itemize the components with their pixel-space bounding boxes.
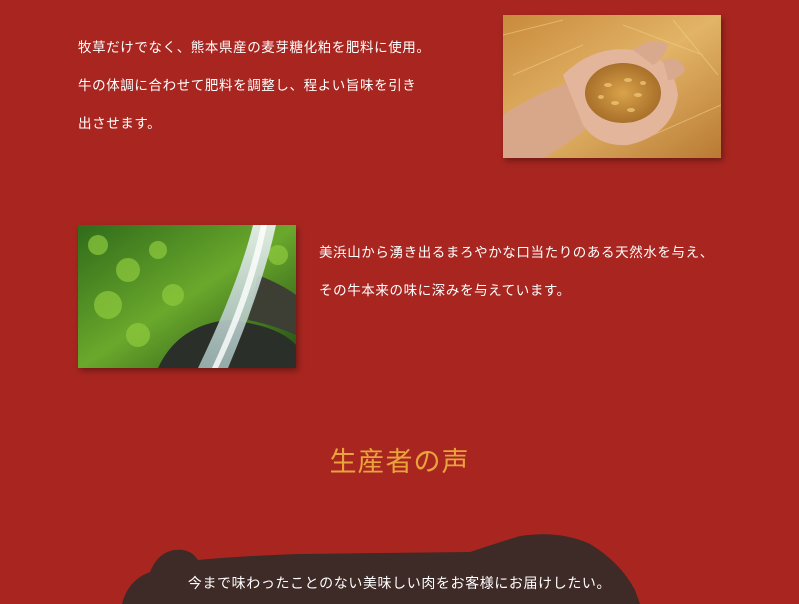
feed-line: 出させます。 <box>78 116 162 132</box>
feed-line: 牛の体調に合わせて肥料を調整し、程よい旨味を引き <box>78 78 417 94</box>
producer-quote: 今まで味わったことのない美味しい肉をお客様にお届けしたい。 <box>187 576 612 592</box>
spring-water-photo <box>78 225 296 368</box>
feed-line: 牧草だけでなく、熊本県産の麦芽糖化粕を肥料に使用。 <box>78 40 431 56</box>
water-description: 美浜山から湧き出るまろやかな口当たりのある天然水を与え、 その牛本来の味に深みを… <box>319 234 714 310</box>
section-heading: 生産者の声 <box>329 447 470 478</box>
hand-holding-grain-photo <box>503 15 721 158</box>
feed-description: 牧草だけでなく、熊本県産の麦芽糖化粕を肥料に使用。 牛の体調に合わせて肥料を調整… <box>78 29 431 143</box>
water-line: 美浜山から湧き出るまろやかな口当たりのある天然水を与え、 <box>319 245 714 261</box>
water-line: その牛本来の味に深みを与えています。 <box>319 283 571 299</box>
